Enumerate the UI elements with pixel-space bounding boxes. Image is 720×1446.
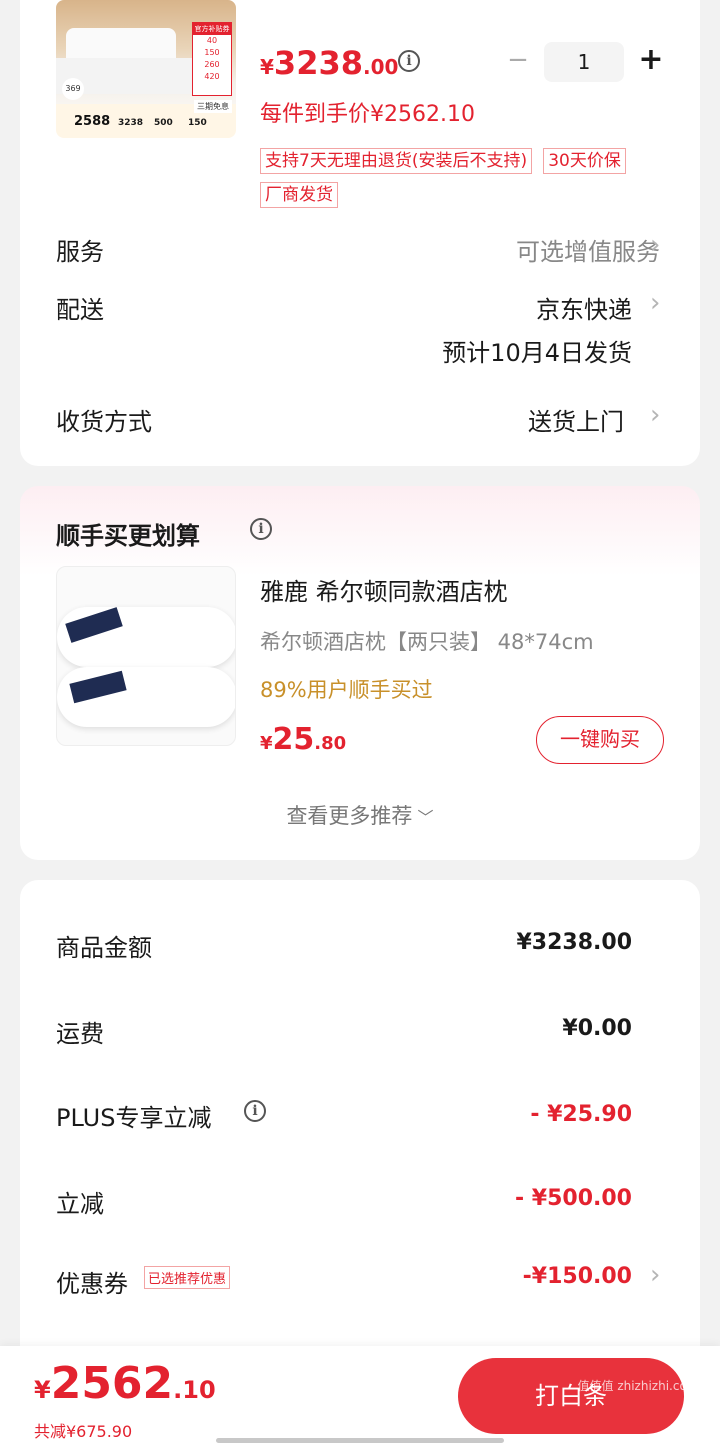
final-price-text: 每件到手价¥2562.10 bbox=[260, 102, 475, 127]
recommend-item-title[interactable]: 雅鹿 希尔顿同款酒店枕 bbox=[260, 572, 508, 607]
plus-discount-value: - ¥25.90 bbox=[530, 1102, 632, 1127]
chevron-right-icon: › bbox=[650, 288, 661, 318]
tag-return: 支持7天无理由退货(安装后不支持) bbox=[260, 148, 533, 174]
product-thumbnail[interactable]: 官方补贴券 40 150 260 420 369 2588 3238 500 1… bbox=[56, 0, 236, 138]
delivery-value: 京东快递 bbox=[536, 296, 632, 324]
recommend-title: 顺手买更划算 bbox=[56, 522, 200, 550]
recommend-item-stat: 89%用户顺手买过 bbox=[260, 678, 433, 702]
recommend-item-price: ¥25.80 bbox=[260, 722, 346, 757]
thumb-deal: 150 bbox=[204, 48, 220, 57]
currency-symbol: ¥ bbox=[260, 733, 273, 754]
total-integer: 2562 bbox=[50, 1358, 174, 1409]
thumb-corner: 369 bbox=[62, 78, 84, 100]
one-click-buy-button[interactable]: 一键购买 bbox=[536, 716, 664, 764]
tag-vendor-ship: 厂商发货 bbox=[260, 182, 338, 208]
recommend-info-icon[interactable]: i bbox=[250, 518, 272, 540]
delivery-label: 配送 bbox=[56, 296, 104, 324]
shipping-label: 运费 bbox=[56, 1020, 104, 1048]
total-saved: 共减¥675.90 bbox=[34, 1422, 133, 1441]
quantity-field[interactable]: 1 bbox=[544, 42, 624, 82]
summary-card: 商品金额 ¥3238.00 运费 ¥0.00 PLUS专享立减 i - ¥25.… bbox=[20, 880, 700, 1400]
quantity-decrease-button[interactable]: − bbox=[506, 47, 530, 74]
plus-info-icon[interactable]: i bbox=[244, 1100, 266, 1122]
service-value: 可选增值服务 bbox=[516, 238, 660, 266]
quantity-increase-button[interactable]: + bbox=[636, 45, 666, 76]
bottom-bar: ¥2562.10 共减¥675.90 打白条 值值值 zhizhizhi.com bbox=[0, 1346, 720, 1446]
thumb-deal: 260 bbox=[204, 60, 220, 69]
currency-symbol: ¥ bbox=[260, 55, 274, 79]
service-label: 服务 bbox=[56, 238, 104, 266]
product-price: ¥3238.00 bbox=[260, 44, 398, 82]
submit-order-button[interactable]: 打白条 bbox=[458, 1358, 684, 1434]
thumb-deal: 40 bbox=[206, 36, 218, 45]
thumb-badge: 官方补贴券 bbox=[193, 23, 231, 35]
plus-discount-label: PLUS专享立减 bbox=[56, 1104, 212, 1132]
recommend-item-image[interactable] bbox=[56, 566, 236, 746]
chevron-right-icon: › bbox=[650, 400, 661, 430]
chevron-down-icon: ﹀ bbox=[417, 808, 434, 827]
chevron-right-icon: › bbox=[650, 1260, 661, 1290]
recommend-item-sub: 希尔顿酒店枕【两只装】 48*74cm bbox=[260, 630, 594, 654]
tag-price-protect: 30天价保 bbox=[543, 148, 626, 174]
receive-label: 收货方式 bbox=[56, 408, 152, 436]
price-decimal: .00 bbox=[362, 55, 399, 79]
product-card: 官方补贴券 40 150 260 420 369 2588 3238 500 1… bbox=[20, 0, 700, 466]
thumb-price-c: 150 bbox=[188, 118, 207, 128]
coupon-value: -¥150.00 bbox=[522, 1264, 632, 1289]
thumb-promo: 三期免息 bbox=[194, 100, 232, 113]
recommend-card: 顺手买更划算 i 雅鹿 希尔顿同款酒店枕 希尔顿酒店枕【两只装】 48*74cm… bbox=[20, 486, 700, 860]
delivery-eta: 预计10月4日发货 bbox=[442, 339, 632, 367]
chevron-right-icon: › bbox=[650, 230, 661, 260]
coupon-label: 优惠券 bbox=[56, 1270, 128, 1298]
home-indicator bbox=[216, 1438, 504, 1443]
price-info-icon[interactable]: i bbox=[398, 50, 420, 72]
product-tags: 支持7天无理由退货(安装后不支持) 30天价保 bbox=[260, 146, 660, 174]
total-price: ¥2562.10 bbox=[34, 1358, 216, 1409]
receive-row[interactable]: 送货上门 bbox=[528, 402, 624, 437]
shipping-value: ¥0.00 bbox=[562, 1016, 632, 1041]
more-recommend-link[interactable]: 查看更多推荐 ﹀ bbox=[20, 800, 700, 830]
coupon-tag: 已选推荐优惠 bbox=[144, 1266, 231, 1289]
goods-amount-label: 商品金额 bbox=[56, 934, 152, 962]
delivery-row[interactable]: 京东快递 预计10月4日发货 bbox=[442, 290, 632, 368]
thumb-deal: 420 bbox=[204, 72, 220, 81]
price-decimal: .80 bbox=[314, 733, 347, 754]
coupon-row[interactable]: -¥150.00 bbox=[523, 1264, 632, 1289]
instant-discount-label: 立减 bbox=[56, 1190, 104, 1218]
thumb-price-a: 3238 bbox=[118, 118, 144, 128]
watermark-logo: 值值值 zhizhizhi.com bbox=[577, 1379, 699, 1393]
more-recommend-label: 查看更多推荐 bbox=[286, 804, 413, 828]
total-decimal: .10 bbox=[173, 1376, 216, 1404]
price-integer: 25 bbox=[272, 722, 315, 757]
goods-amount-value: ¥3238.00 bbox=[516, 930, 632, 955]
currency-symbol: ¥ bbox=[34, 1376, 51, 1404]
thumb-price-main: 2588 bbox=[74, 114, 111, 129]
receive-value: 送货上门 bbox=[528, 408, 624, 436]
thumb-price-b: 500 bbox=[154, 118, 173, 128]
instant-discount-value: - ¥500.00 bbox=[515, 1186, 632, 1211]
price-integer: 3238 bbox=[273, 44, 363, 82]
service-row[interactable]: 可选增值服务 bbox=[516, 232, 660, 267]
